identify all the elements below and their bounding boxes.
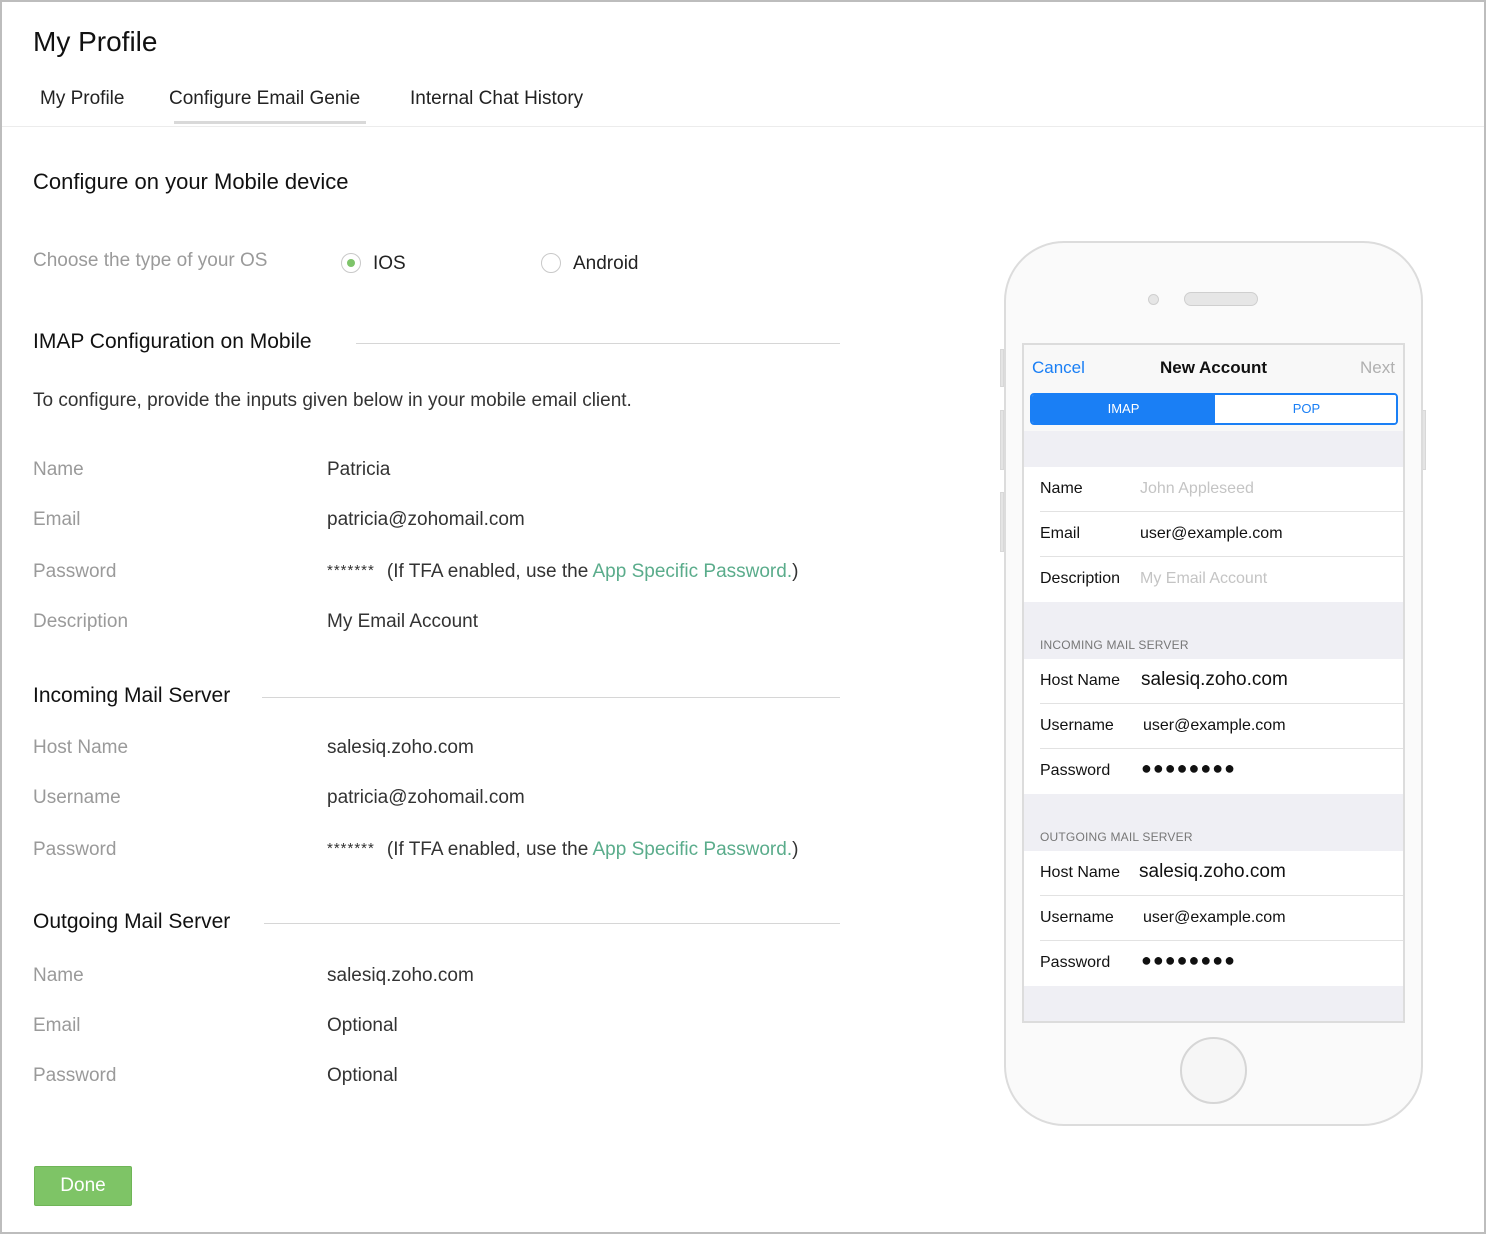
phone-cell-username[interactable]: Username user@example.com	[1024, 704, 1403, 749]
phone-cell-label: Host Name	[1040, 672, 1121, 689]
field-label: Email	[33, 509, 81, 530]
phone-outgoing-header: OUTGOING MAIL SERVER	[1040, 830, 1193, 844]
app-specific-password-link[interactable]: App Specific Password.	[593, 839, 793, 860]
imap-heading: IMAP Configuration on Mobile	[33, 330, 312, 353]
tab-my-profile[interactable]: My Profile	[40, 88, 124, 110]
phone-cell-value: ●●●●●●●●	[1141, 950, 1236, 970]
outgoing-heading-rule	[264, 923, 840, 924]
android-radio[interactable]	[541, 253, 561, 273]
phone-cell-value: user@example.com	[1143, 909, 1286, 926]
outgoing-heading: Outgoing Mail Server	[33, 910, 231, 933]
section-title: Configure on your Mobile device	[33, 169, 349, 194]
phone-cell-host[interactable]: Host Name salesiq.zoho.com	[1024, 659, 1403, 704]
phone-cell-value: ●●●●●●●●	[1141, 758, 1236, 778]
tfa-note: (If TFA enabled, use the	[386, 561, 593, 582]
field-value-username: patricia@zohomail.com	[327, 787, 525, 808]
phone-incoming-header: INCOMING MAIL SERVER	[1040, 638, 1189, 652]
field-value-password: ******* (If TFA enabled, use the App Spec…	[327, 839, 798, 861]
masked-password: *******	[327, 562, 375, 579]
segment-imap[interactable]: IMAP	[1032, 395, 1215, 423]
field-label: Name	[33, 459, 84, 480]
field-label: Username	[33, 787, 121, 808]
field-label: Password	[33, 561, 117, 582]
tabs-divider	[2, 126, 1484, 127]
field-label: Email	[33, 1015, 81, 1036]
ios-radio[interactable]	[341, 253, 361, 273]
phone-screen: Cancel New Account Next IMAP POP Name Jo…	[1022, 343, 1405, 1023]
field-value-host: salesiq.zoho.com	[327, 737, 474, 758]
phone-cell-host[interactable]: Host Name salesiq.zoho.com	[1024, 851, 1403, 896]
phone-cell-value: John Appleseed	[1140, 480, 1254, 497]
field-value-name: salesiq.zoho.com	[327, 965, 474, 986]
phone-nav-bar: Cancel New Account Next IMAP POP	[1024, 345, 1403, 431]
active-tab-indicator	[174, 121, 366, 124]
field-value-name: Patricia	[327, 459, 391, 480]
phone-cell-value: user@example.com	[1140, 525, 1283, 542]
imap-intro: To configure, provide the inputs given b…	[33, 390, 632, 411]
segment-pop[interactable]: POP	[1215, 395, 1396, 423]
phone-cell-value: salesiq.zoho.com	[1139, 861, 1286, 882]
phone-camera	[1148, 294, 1159, 305]
field-value-email: patricia@zohomail.com	[327, 509, 525, 530]
field-value-password: ******* (If TFA enabled, use the App Spec…	[327, 561, 798, 583]
page-title: My Profile	[33, 26, 158, 57]
phone-speaker	[1184, 292, 1258, 306]
incoming-heading-rule	[262, 697, 840, 698]
phone-home-button	[1180, 1037, 1247, 1104]
tab-configure-email-genie[interactable]: Configure Email Genie	[169, 88, 360, 110]
phone-cell-label: Host Name	[1040, 864, 1121, 881]
phone-cell-description[interactable]: Description My Email Account	[1024, 557, 1403, 602]
masked-password: *******	[327, 840, 375, 857]
field-label: Description	[33, 611, 129, 632]
field-label: Password	[33, 839, 117, 860]
ios-radio-label[interactable]: IOS	[373, 253, 406, 275]
phone-cell-password[interactable]: Password ●●●●●●●●	[1024, 941, 1403, 986]
incoming-heading: Incoming Mail Server	[33, 684, 231, 707]
phone-cell-label: Email	[1040, 525, 1081, 542]
phone-cell-value: salesiq.zoho.com	[1141, 669, 1288, 690]
phone-next-button[interactable]: Next	[1360, 358, 1395, 378]
imap-heading-rule	[356, 343, 840, 344]
phone-cell-label: Username	[1040, 717, 1114, 734]
field-label: Host Name	[33, 737, 129, 758]
tfa-note-close: )	[792, 839, 799, 860]
field-value-password: Optional	[327, 1065, 398, 1086]
tfa-note: (If TFA enabled, use the	[386, 839, 593, 860]
phone-cell-name[interactable]: Name John Appleseed	[1024, 467, 1403, 512]
phone-cell-username[interactable]: Username user@example.com	[1024, 896, 1403, 941]
field-value-email: Optional	[327, 1015, 398, 1036]
phone-incoming-group: Host Name salesiq.zoho.com Username user…	[1024, 659, 1403, 794]
phone-nav-title: New Account	[1159, 358, 1268, 377]
phone-cell-password[interactable]: Password ●●●●●●●●	[1024, 749, 1403, 794]
phone-cell-label: Password	[1040, 954, 1111, 971]
app-specific-password-link[interactable]: App Specific Password.	[593, 561, 793, 582]
phone-cell-label: Username	[1040, 909, 1114, 926]
phone-cell-value: user@example.com	[1143, 717, 1286, 734]
tfa-note-close: )	[792, 561, 799, 582]
phone-cell-email[interactable]: Email user@example.com	[1024, 512, 1403, 557]
os-label: Choose the type of your OS	[33, 250, 268, 271]
phone-cell-label: Description	[1040, 570, 1121, 587]
field-label: Name	[33, 965, 84, 986]
phone-cell-label: Password	[1040, 762, 1111, 779]
phone-outgoing-group: Host Name salesiq.zoho.com Username user…	[1024, 851, 1403, 986]
field-label: Password	[33, 1065, 117, 1086]
done-button[interactable]: Done	[34, 1166, 132, 1206]
android-radio-label[interactable]: Android	[573, 253, 639, 275]
field-value-description: My Email Account	[327, 611, 478, 632]
phone-account-group: Name John Appleseed Email user@example.c…	[1024, 467, 1403, 602]
tab-internal-chat-history[interactable]: Internal Chat History	[410, 88, 583, 110]
radio-selected-dot	[347, 259, 355, 267]
phone-cell-label: Name	[1040, 480, 1083, 497]
protocol-segmented-control: IMAP POP	[1030, 393, 1398, 425]
phone-cell-value: My Email Account	[1140, 570, 1268, 587]
